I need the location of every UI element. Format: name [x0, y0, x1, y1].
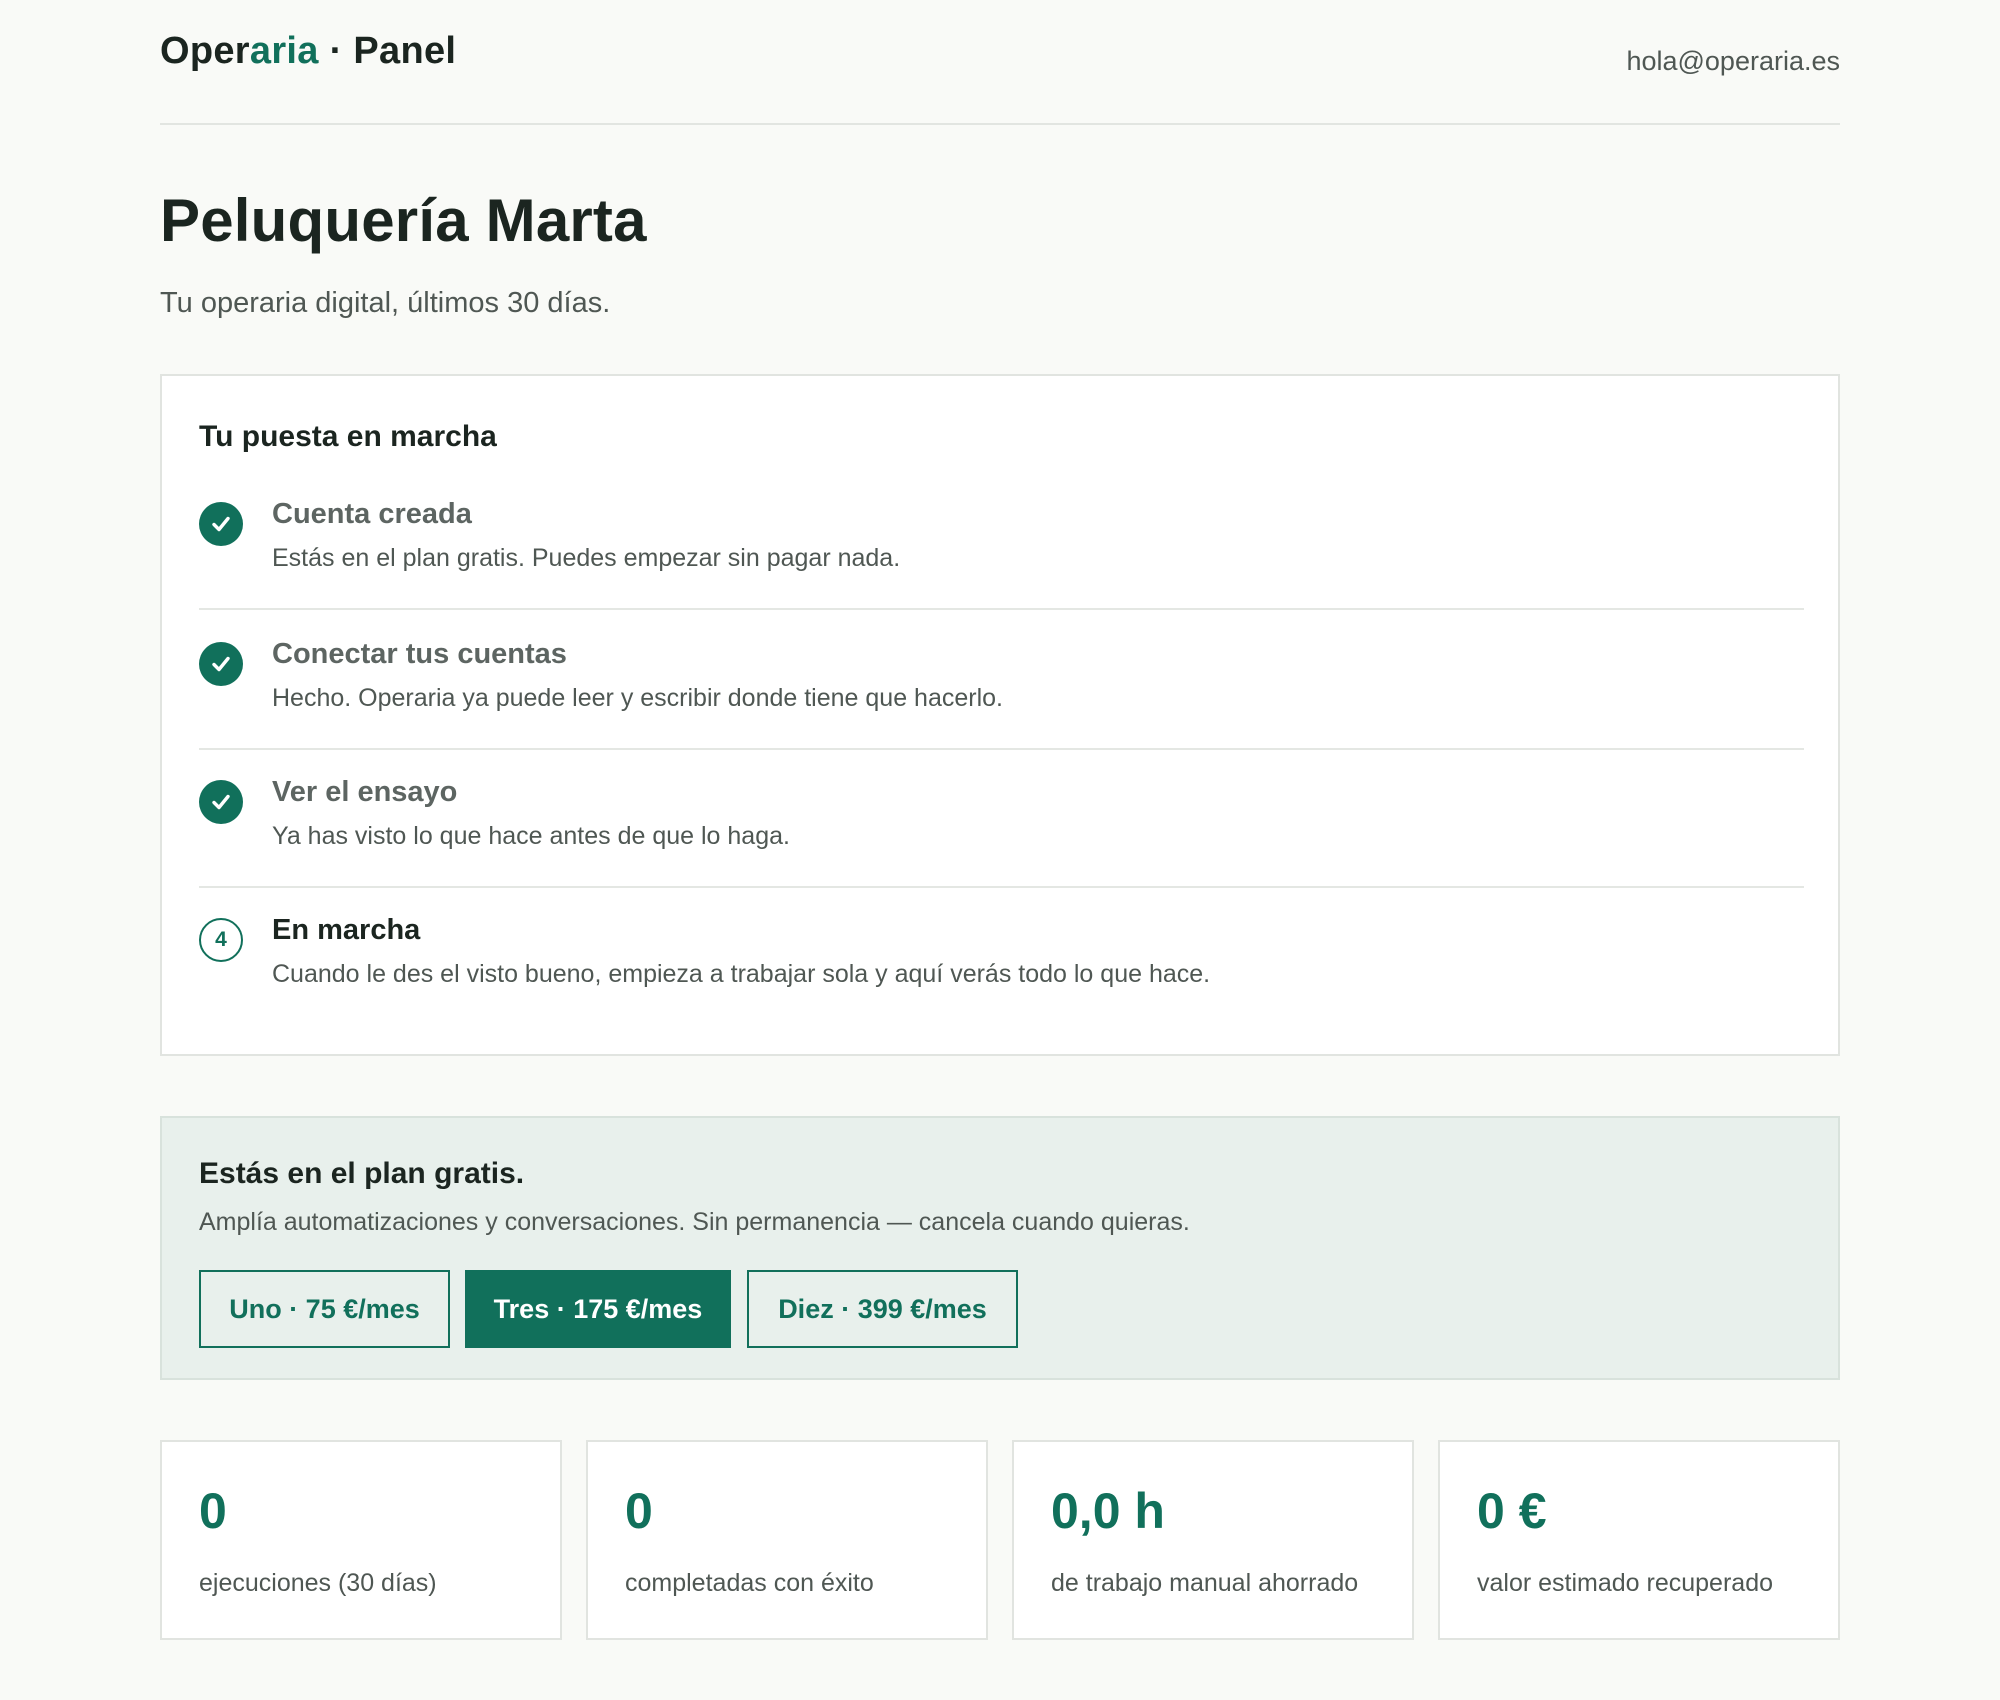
stat-card-value-recovered: 0 € valor estimado recuperado	[1438, 1440, 1840, 1640]
plan-description: Amplía automatizaciones y conversaciones…	[199, 1208, 1190, 1236]
stat-card-executions: 0 ejecuciones (30 días)	[160, 1440, 562, 1640]
step-title: En marcha	[272, 914, 421, 946]
stat-value: 0	[625, 1483, 653, 1539]
brand-accent: aria	[249, 30, 319, 72]
step-description: Cuando le des el visto bueno, empieza a …	[272, 960, 1211, 988]
stat-label: completadas con éxito	[625, 1569, 874, 1597]
step-description: Ya has visto lo que hace antes de que lo…	[272, 822, 790, 850]
plan-title: Estás en el plan gratis.	[199, 1157, 525, 1190]
step-description: Hecho. Operaria ya puede leer y escribir…	[272, 684, 1003, 712]
step-divider	[199, 886, 1804, 888]
step-title: Cuenta creada	[272, 498, 472, 530]
step-divider	[199, 608, 1804, 610]
plan-uno-button[interactable]: Uno · 75 €/mes	[199, 1270, 450, 1348]
dashboard-page: Operaria · Panel hola@operaria.es Peluqu…	[160, 0, 1840, 1640]
onboarding-title: Tu puesta en marcha	[199, 420, 497, 453]
stat-card-completed: 0 completadas con éxito	[586, 1440, 988, 1640]
stat-card-hours-saved: 0,0 h de trabajo manual ahorrado	[1012, 1440, 1414, 1640]
stat-value: 0	[199, 1483, 227, 1539]
stat-label: de trabajo manual ahorrado	[1051, 1569, 1359, 1597]
plan-tres-button[interactable]: Tres · 175 €/mes	[465, 1270, 731, 1348]
step-description: Estás en el plan gratis. Puedes empezar …	[272, 544, 901, 572]
stat-value: 0,0 h	[1051, 1483, 1165, 1539]
step-title: Ver el ensayo	[272, 776, 458, 808]
onboarding-card: Tu puesta en marcha Cuenta creada Estás …	[160, 374, 1840, 1056]
step-divider	[199, 748, 1804, 750]
check-icon	[199, 780, 243, 824]
stat-label: ejecuciones (30 días)	[199, 1569, 437, 1597]
stat-value: 0 €	[1477, 1483, 1547, 1539]
top-header: Operaria · Panel hola@operaria.es	[160, 0, 1840, 125]
brand-suffix: · Panel	[318, 30, 457, 72]
page-title: Peluquería Marta	[160, 187, 647, 254]
step-title: Conectar tus cuentas	[272, 638, 567, 670]
plan-diez-button[interactable]: Diez · 399 €/mes	[747, 1270, 1018, 1348]
account-email[interactable]: hola@operaria.es	[1626, 46, 1840, 77]
brand-prefix: Oper	[160, 30, 250, 72]
page-subtitle: Tu operaria digital, últimos 30 días.	[160, 287, 611, 319]
plan-upgrade-card: Estás en el plan gratis. Amplía automati…	[160, 1116, 1840, 1380]
brand-logo[interactable]: Operaria · Panel	[160, 30, 456, 73]
stat-label: valor estimado recuperado	[1477, 1569, 1773, 1597]
step-number-badge: 4	[199, 918, 243, 962]
check-icon	[199, 502, 243, 546]
check-icon	[199, 642, 243, 686]
